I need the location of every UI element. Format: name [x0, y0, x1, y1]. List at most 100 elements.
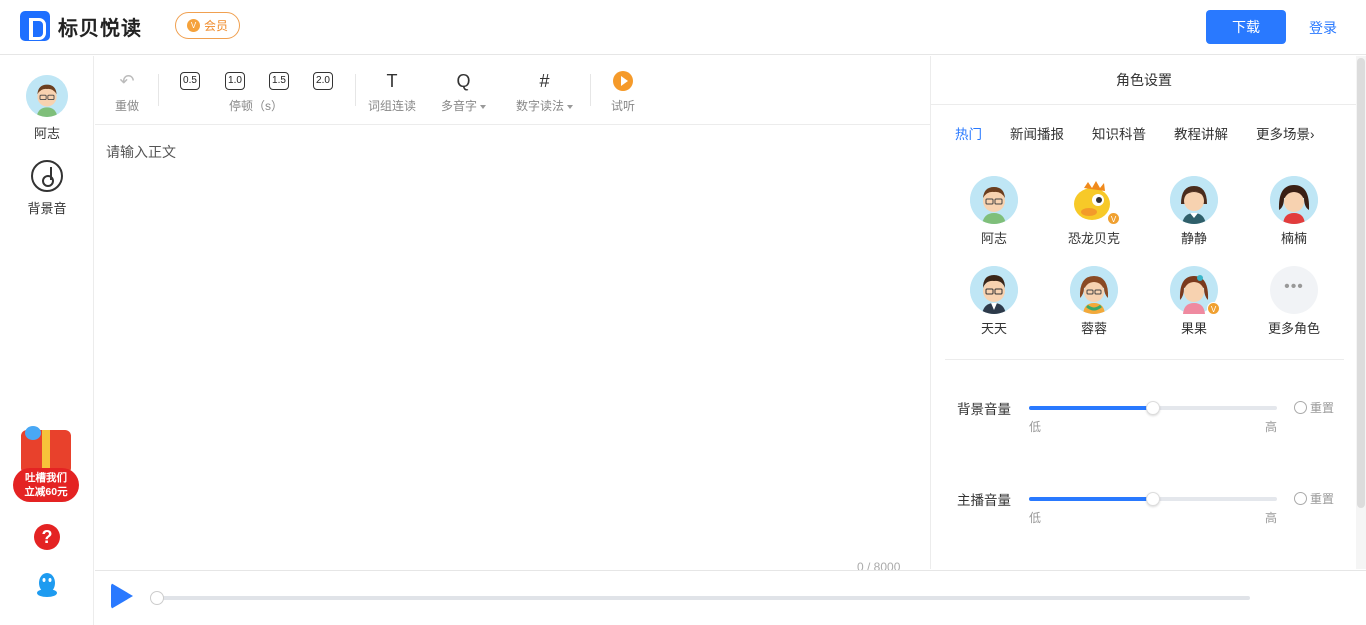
tab-science[interactable]: 知识科普 [1092, 123, 1146, 143]
reset-button[interactable]: 重置 [1294, 399, 1334, 416]
toolbar-divider [590, 74, 591, 106]
polyphone-button[interactable]: Q 多音字 [441, 70, 487, 114]
editor-placeholder: 请输入正文 [106, 144, 176, 160]
pause-label: 停顿（s） [229, 99, 284, 113]
background-volume-slider: 背景音量 低 高 重置 [957, 398, 1347, 438]
more-dots-icon: ••• [1270, 266, 1318, 314]
promo-line-2: 立减60元 [24, 486, 68, 498]
chevron-down-icon [567, 104, 574, 109]
tab-hot[interactable]: 热门 [955, 123, 982, 143]
slider-low-label: 低 [1029, 511, 1042, 525]
promo-line-1: 吐槽我们 [25, 472, 67, 484]
app-logo[interactable]: 标贝悦读 [20, 11, 142, 41]
slider-track[interactable] [1029, 401, 1277, 415]
role-guoguo[interactable]: V 果果 [1149, 266, 1239, 337]
polyphone-label: 多音字 [441, 99, 478, 113]
download-button[interactable]: 下载 [1206, 10, 1286, 44]
more-roles-button[interactable]: ••• 更多角色 [1249, 266, 1339, 337]
pause-0-5-icon: 0.5 [180, 72, 200, 90]
role-name: 阿志 [980, 231, 1007, 246]
vip-badge-icon: V [1107, 212, 1120, 225]
role-dinosaur-beike[interactable]: V 恐龙贝克 [1049, 176, 1139, 247]
tab-more-scenes[interactable]: 更多场景› [1256, 123, 1315, 143]
play-icon[interactable] [111, 583, 133, 609]
music-disc-icon [31, 160, 63, 192]
role-avatar [1270, 176, 1318, 224]
slider-label: 背景音量 [957, 402, 1011, 417]
logo-icon [20, 11, 50, 41]
role-name: 恐龙贝克 [1067, 231, 1120, 246]
slider-knob[interactable] [1146, 492, 1160, 506]
editor-toolbar: ↶ 重做 0.5 1.0 1.5 2.0 停顿（s） T 词组连读 Q 多音字 … [95, 56, 930, 125]
role-tiantian[interactable]: 天天 [949, 266, 1039, 337]
tab-more-scenes-label: 更多场景 [1256, 127, 1310, 142]
panel-scrollbar[interactable] [1356, 56, 1366, 569]
role-avatar: V [1070, 176, 1120, 225]
progress-knob[interactable] [150, 591, 164, 605]
text-cursor-icon: T [386, 70, 398, 91]
role-rongrong[interactable]: 蓉蓉 [1049, 266, 1139, 337]
chevron-right-icon: › [1310, 127, 1315, 142]
qq-penguin-icon[interactable] [35, 572, 59, 598]
role-avatar [1070, 266, 1118, 314]
rail-item-label: 背景音 [27, 201, 67, 216]
slider-low-label: 低 [1029, 420, 1042, 434]
role-name: 天天 [980, 321, 1007, 336]
tab-news[interactable]: 新闻播报 [1010, 123, 1064, 143]
pause-2-0-icon: 2.0 [313, 72, 333, 90]
role-nannan[interactable]: 楠楠 [1249, 176, 1339, 247]
slider-high-label: 高 [1265, 511, 1278, 525]
pause-1-0-button[interactable]: 1.0 [225, 70, 245, 97]
vip-button[interactable]: V 会员 [175, 12, 240, 39]
reset-button[interactable]: 重置 [1294, 490, 1334, 507]
role-avatar: V [1170, 266, 1220, 315]
reset-radio-icon [1294, 492, 1307, 505]
feedback-promo[interactable]: 吐槽我们 立减60元 [13, 426, 79, 502]
role-name: 果果 [1180, 321, 1207, 336]
chat-bubble-icon [25, 426, 41, 440]
phrase-link-button[interactable]: T 词组连读 [368, 70, 416, 114]
reset-radio-icon [1294, 401, 1307, 414]
reset-label: 重置 [1310, 401, 1335, 415]
slider-fill [1029, 497, 1153, 501]
text-editor[interactable]: 请输入正文 0 / 8000 [95, 126, 930, 574]
rail-item-anchor[interactable]: 阿志 [0, 75, 94, 142]
tab-tutorial[interactable]: 教程讲解 [1174, 123, 1228, 143]
app-name: 标贝悦读 [58, 17, 142, 40]
anchor-avatar [26, 75, 68, 117]
preview-button[interactable]: 试听 [611, 70, 635, 114]
toolbar-divider [158, 74, 159, 106]
rail-item-background-music[interactable]: 背景音 [0, 160, 94, 217]
anchor-volume-slider: 主播音量 低 高 重置 [957, 489, 1347, 529]
scrollbar-thumb[interactable] [1357, 58, 1365, 508]
pause-2-0-button[interactable]: 2.0 [313, 70, 333, 97]
undo-label: 重做 [114, 99, 139, 113]
left-rail: 阿志 背景音 吐槽我们 立减60元 ? [0, 56, 94, 625]
role-jingjing[interactable]: 静静 [1149, 176, 1239, 247]
category-tabs: 热门 新闻播报 知识科普 教程讲解 更多场景› [955, 123, 1343, 143]
undo-icon: ↶ [119, 70, 135, 91]
role-avatar [970, 266, 1018, 314]
question-icon[interactable]: ? [34, 524, 60, 550]
slider-high-label: 高 [1265, 420, 1278, 434]
slider-track[interactable] [1029, 492, 1277, 506]
role-avatar [970, 176, 1018, 224]
progress-track[interactable] [153, 596, 1250, 600]
role-panel: 角色设置 热门 新闻播报 知识科普 教程讲解 更多场景› 阿志 V 恐龙贝克 静… [930, 56, 1357, 569]
login-link[interactable]: 登录 [1309, 18, 1337, 38]
undo-button[interactable]: ↶ 重做 [113, 70, 141, 114]
pause-1-5-button[interactable]: 1.5 [269, 70, 289, 97]
role-azhi[interactable]: 阿志 [949, 176, 1039, 247]
hash-icon: # [539, 70, 550, 91]
pause-0-5-button[interactable]: 0.5 [180, 70, 200, 97]
pause-1-5-icon: 1.5 [269, 72, 289, 90]
play-icon [613, 71, 633, 91]
number-reading-button[interactable]: # 数字读法 [516, 70, 574, 114]
role-name: 静静 [1180, 231, 1207, 246]
diamond-icon: V [186, 19, 200, 32]
slider-knob[interactable] [1146, 401, 1160, 415]
role-name: 楠楠 [1280, 231, 1307, 246]
more-roles-label: 更多角色 [1267, 321, 1320, 336]
search-o-icon: Q [456, 70, 471, 91]
vip-label: 会员 [203, 19, 228, 33]
